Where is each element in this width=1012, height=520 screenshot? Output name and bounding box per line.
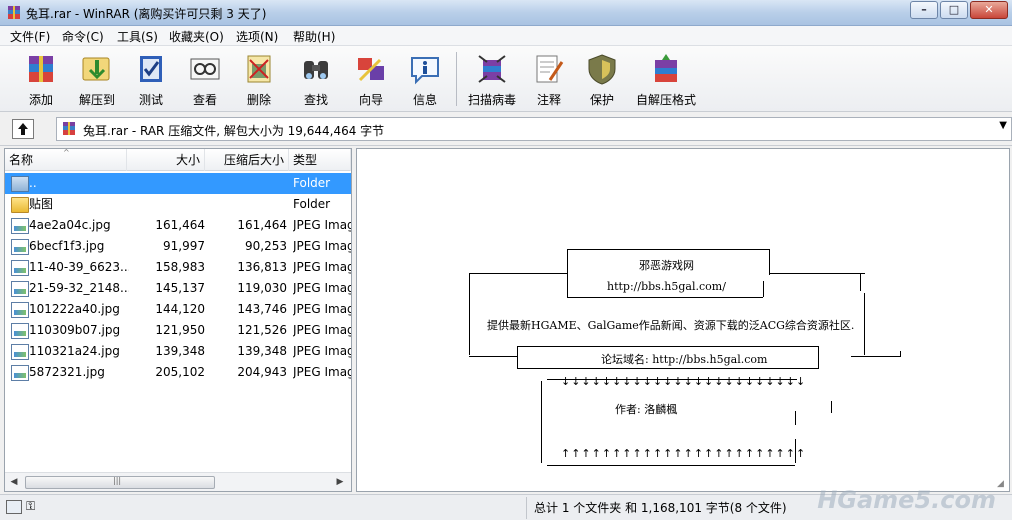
list-item[interactable]: 110309b07.jpg 121,950 121,526 JPEG Imag — [5, 320, 351, 341]
jpeg-file-icon — [11, 281, 29, 297]
delete-icon — [247, 55, 271, 83]
maximize-icon: □ — [948, 3, 960, 16]
jpeg-file-icon — [11, 302, 29, 318]
watermark: HGame5.com — [817, 486, 996, 514]
jpeg-file-icon — [11, 239, 29, 255]
toolbar: 添加 解压到 测试 查看 删除 查找 向导 信息 扫描病毒 注释 保护 自解压格… — [0, 46, 1012, 112]
find-button[interactable]: 查找 — [290, 49, 342, 109]
parent-folder-icon — [11, 176, 29, 192]
menu-bar: 文件(F) 命令(C) 工具(S) 收藏夹(O) 选项(N) 帮助(H) — [0, 26, 1012, 46]
sfx-icon — [655, 54, 677, 82]
up-one-level-button[interactable] — [12, 119, 34, 139]
title-bar: 兔耳.rar - WinRAR (离购买许可只剩 3 天了) – □ ✕ — [0, 0, 1012, 26]
extract-to-button[interactable]: 解压到 — [70, 49, 124, 109]
status-separator — [526, 497, 527, 519]
sort-ascending-icon: ^ — [63, 148, 70, 157]
virus-scan-button[interactable]: 扫描病毒 — [462, 49, 522, 109]
address-bar: 兔耳.rar - RAR 压缩文件, 解包大小为 19,644,464 字节 ▼ — [0, 112, 1012, 146]
protect-button[interactable]: 保护 — [578, 49, 626, 109]
menu-options[interactable]: 选项(N) — [234, 28, 280, 45]
menu-commands[interactable]: 命令(C) — [60, 28, 106, 45]
jpeg-file-icon — [11, 218, 29, 234]
wizard-icon — [358, 58, 384, 82]
scroll-left-icon[interactable]: ◀ — [7, 475, 21, 489]
column-packed-size[interactable]: 压缩后大小 — [205, 149, 289, 171]
address-field[interactable]: 兔耳.rar - RAR 压缩文件, 解包大小为 19,644,464 字节 ▼ — [56, 117, 1012, 141]
view-icon — [190, 58, 220, 80]
toolbar-separator — [456, 52, 457, 106]
maximize-button[interactable]: □ — [940, 1, 968, 19]
list-item[interactable]: 110321a24.jpg 139,348 139,348 JPEG Imag — [5, 341, 351, 362]
close-button[interactable]: ✕ — [970, 1, 1008, 19]
horizontal-scrollbar[interactable]: ◀ ||| ▶ — [5, 472, 351, 491]
site-url: http://bbs.h5gal.com/ — [607, 280, 726, 293]
virus-scan-icon — [478, 55, 506, 83]
site-description: 提供最新HGAME、GalGame作品新闻、资源下载的泛ACG综合资源社区. — [487, 319, 855, 332]
rar-file-icon — [63, 122, 75, 135]
winrar-app-icon — [8, 6, 20, 19]
status-summary: 总计 1 个文件夹 和 1,168,101 字节(8 个文件) — [534, 501, 787, 515]
menu-help[interactable]: 帮助(H) — [291, 28, 337, 45]
resize-grip-icon[interactable]: ◢ — [997, 479, 1007, 489]
jpeg-file-icon — [11, 260, 29, 276]
up-arrow-icon — [18, 123, 28, 135]
author-credit: 作者: 洛麟楓 — [615, 403, 678, 416]
list-item[interactable]: 贴图 Folder — [5, 194, 351, 215]
drive-icon[interactable] — [6, 500, 22, 514]
wizard-button[interactable]: 向导 — [346, 49, 396, 109]
comment-button[interactable]: 注释 — [526, 49, 572, 109]
extract-to-icon — [82, 57, 110, 81]
forum-domain: 论坛域名: http://bbs.h5gal.com — [601, 353, 768, 366]
close-icon: ✕ — [984, 3, 994, 16]
menu-tools[interactable]: 工具(S) — [115, 28, 160, 45]
jpeg-file-icon — [11, 323, 29, 339]
view-button[interactable]: 查看 — [180, 49, 230, 109]
scrollbar-grip-icon: ||| — [113, 476, 122, 485]
address-text: 兔耳.rar - RAR 压缩文件, 解包大小为 19,644,464 字节 — [83, 124, 385, 138]
list-item[interactable]: 4ae2a04c.jpg 161,464 161,464 JPEG Imag — [5, 215, 351, 236]
up-arrows: ↑↑↑↑↑↑↑↑↑↑↑↑↑↑↑↑↑↑↑↑↑↑↑↑ — [561, 447, 807, 460]
site-name: 邪恶游戏网 — [639, 259, 694, 272]
sfx-button[interactable]: 自解压格式 — [632, 49, 700, 109]
archive-comment-pane: 邪恶游戏网 http://bbs.h5gal.com/ 提供最新HGAME、Ga… — [356, 148, 1010, 492]
chevron-down-icon[interactable]: ▼ — [999, 120, 1007, 131]
menu-favorites[interactable]: 收藏夹(O) — [167, 28, 226, 45]
list-item[interactable]: 21-59-32_2148... 145,137 119,030 JPEG Im… — [5, 278, 351, 299]
window-title: 兔耳.rar - WinRAR (离购买许可只剩 3 天了) — [26, 7, 267, 21]
add-archive-icon — [29, 56, 53, 82]
test-icon — [140, 56, 162, 82]
menu-file[interactable]: 文件(F) — [8, 28, 52, 45]
jpeg-file-icon — [11, 344, 29, 360]
minimize-button[interactable]: – — [910, 1, 938, 19]
add-button[interactable]: 添加 — [14, 49, 68, 109]
scroll-right-icon[interactable]: ▶ — [333, 475, 347, 489]
info-button[interactable]: 信息 — [400, 49, 450, 109]
jpeg-file-icon — [11, 365, 29, 381]
comment-icon — [536, 55, 564, 83]
folder-icon — [11, 197, 29, 213]
column-type[interactable]: 类型 — [289, 149, 351, 171]
down-arrows: ↓↓↓↓↓↓↓↓↓↓↓↓↓↓↓↓↓↓↓↓↓↓↓↓ — [561, 375, 807, 388]
info-icon — [411, 57, 439, 85]
test-button[interactable]: 测试 — [126, 49, 176, 109]
file-list-header: 名称 ^ 大小 压缩后大小 类型 — [5, 148, 351, 171]
protect-icon — [588, 54, 616, 85]
list-item[interactable]: 101222a40.jpg 144,120 143,746 JPEG Imag — [5, 299, 351, 320]
column-name[interactable]: 名称 ^ — [5, 148, 127, 171]
delete-button[interactable]: 删除 — [234, 49, 284, 109]
list-item[interactable]: 5872321.jpg 205,102 204,943 JPEG Imag — [5, 362, 351, 383]
list-item[interactable]: 6becf1f3.jpg 91,997 90,253 JPEG Imag — [5, 236, 351, 257]
list-item[interactable]: 11-40-39_6623... 158,983 136,813 JPEG Im… — [5, 257, 351, 278]
column-size[interactable]: 大小 — [127, 149, 205, 171]
minimize-icon: – — [921, 3, 927, 16]
file-list: 名称 ^ 大小 压缩后大小 类型 .. Folder 贴图 Folder 4ae… — [4, 148, 352, 492]
find-icon — [304, 61, 328, 79]
list-item-parent[interactable]: .. Folder — [5, 173, 351, 194]
key-icon[interactable]: ⚿ — [26, 499, 35, 514]
